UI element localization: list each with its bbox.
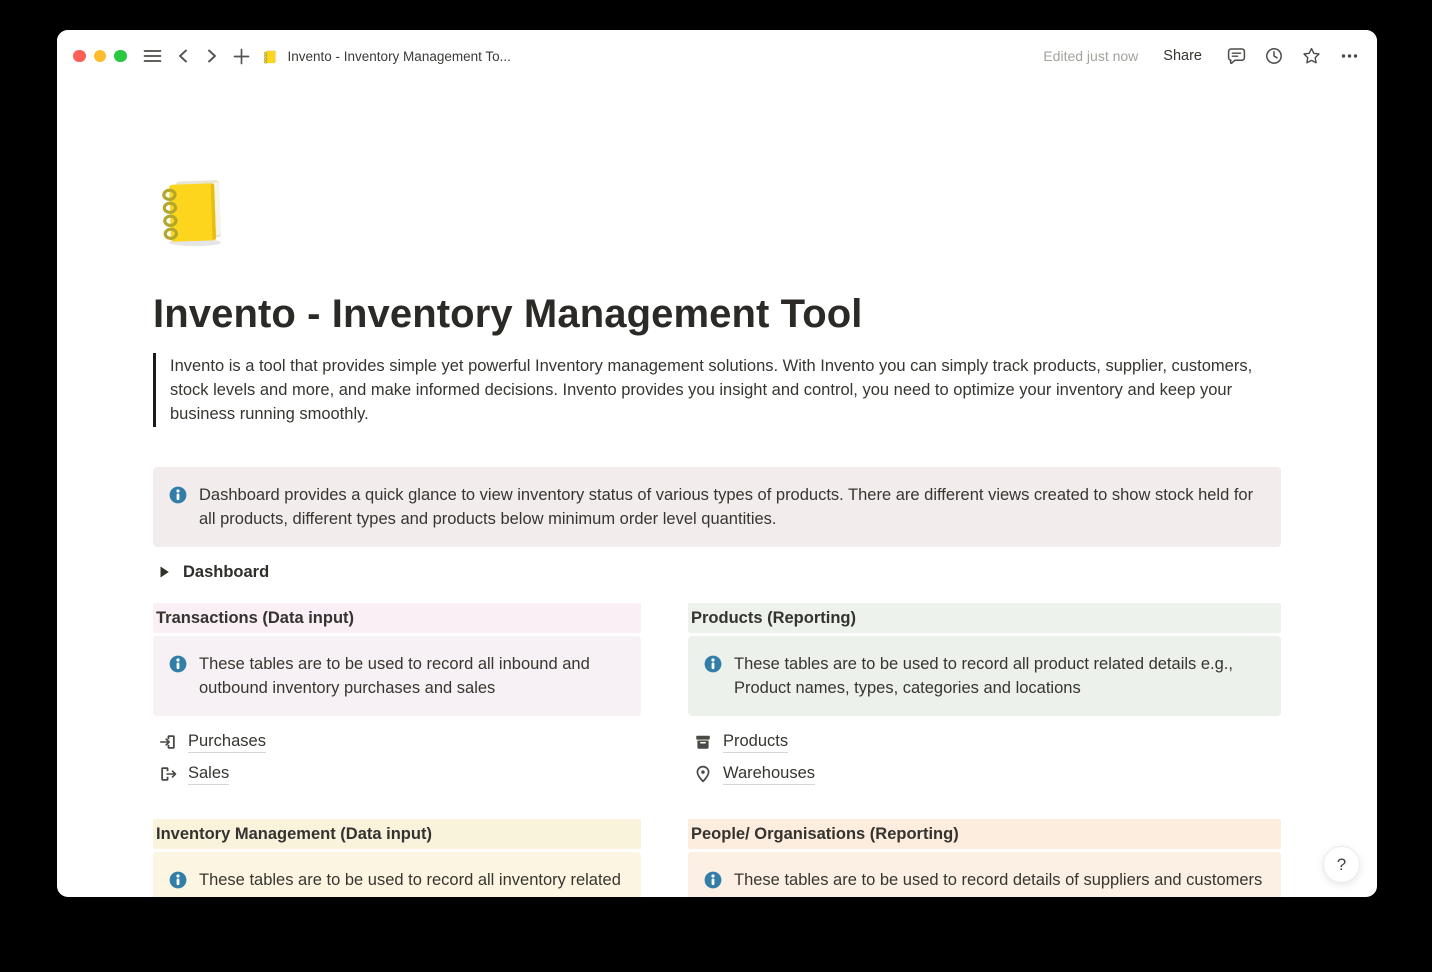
- page-link-purchases[interactable]: Purchases: [153, 726, 641, 758]
- dashboard-info-callout: Dashboard provides a quick glance to vie…: [153, 467, 1281, 547]
- inventory-info-callout: These tables are to be used to record al…: [153, 852, 641, 897]
- more-options-button[interactable]: [1340, 47, 1359, 65]
- section-people-organisations: People/ Organisations (Reporting) These …: [688, 819, 1281, 897]
- close-window-button[interactable]: [73, 50, 86, 63]
- section-header-transactions: Transactions (Data input): [153, 603, 641, 633]
- edited-status: Edited just now: [1043, 48, 1138, 64]
- page-link-label: Products: [723, 732, 788, 753]
- section-header-people: People/ Organisations (Reporting): [688, 819, 1281, 849]
- tab-title[interactable]: Invento - Inventory Management To...: [262, 48, 511, 65]
- section-inventory-management: Inventory Management (Data input) These …: [153, 819, 641, 897]
- page-link-sales[interactable]: Sales: [153, 758, 641, 790]
- info-icon: [704, 871, 722, 892]
- page-title: Invento - Inventory Management Tool: [153, 292, 1281, 336]
- app-window: Invento - Inventory Management To... Edi…: [57, 30, 1377, 897]
- help-button[interactable]: ?: [1323, 846, 1360, 883]
- door-exit-icon: [159, 765, 177, 783]
- page-link-label: Warehouses: [723, 764, 815, 785]
- transactions-info-text: These tables are to be used to record al…: [199, 652, 625, 700]
- location-pin-icon: [694, 765, 712, 783]
- section-transactions: Transactions (Data input) These tables a…: [153, 603, 641, 790]
- titlebar: Invento - Inventory Management To... Edi…: [57, 30, 1377, 82]
- nav-back-button[interactable]: [175, 47, 191, 65]
- transactions-info-callout: These tables are to be used to record al…: [153, 636, 641, 716]
- inventory-info-text: These tables are to be used to record al…: [199, 868, 625, 897]
- info-icon: [169, 871, 187, 897]
- chevron-left-icon: [175, 47, 191, 65]
- tab-title-label: Invento - Inventory Management To...: [288, 49, 511, 64]
- archive-box-icon: [694, 733, 712, 751]
- page-icon-notebook[interactable]: [153, 170, 233, 250]
- intro-quote: Invento is a tool that provides simple y…: [153, 353, 1263, 427]
- nav-forward-button[interactable]: [204, 47, 220, 65]
- comment-bubble-icon: [1227, 47, 1246, 65]
- door-enter-icon: [159, 733, 177, 751]
- page-link-products[interactable]: Products: [688, 726, 1281, 758]
- notebook-icon: [262, 48, 279, 65]
- products-info-text: These tables are to be used to record al…: [734, 652, 1265, 700]
- people-info-callout: These tables are to be used to record de…: [688, 852, 1281, 897]
- info-icon: [169, 486, 187, 531]
- share-button[interactable]: Share: [1157, 47, 1208, 65]
- page-link-warehouses[interactable]: Warehouses: [688, 758, 1281, 790]
- info-icon: [169, 655, 187, 700]
- window-controls: [73, 50, 127, 63]
- history-button[interactable]: [1265, 47, 1283, 65]
- new-tab-button[interactable]: [233, 48, 250, 65]
- people-info-text: These tables are to be used to record de…: [734, 868, 1262, 892]
- dashboard-toggle-label: Dashboard: [183, 563, 269, 582]
- comments-button[interactable]: [1227, 47, 1246, 65]
- dashboard-toggle[interactable]: Dashboard: [153, 558, 1281, 586]
- section-header-products: Products (Reporting): [688, 603, 1281, 633]
- notebook-emoji-icon: [153, 170, 233, 250]
- section-header-inventory: Inventory Management (Data input): [153, 819, 641, 849]
- page-link-label: Purchases: [188, 732, 266, 753]
- plus-icon: [233, 48, 250, 65]
- toggle-triangle-icon: [159, 565, 170, 579]
- hamburger-icon: [143, 47, 162, 65]
- chevron-right-icon: [204, 47, 220, 65]
- zoom-window-button[interactable]: [114, 50, 127, 63]
- sidebar-menu-button[interactable]: [143, 47, 162, 65]
- dashboard-info-text: Dashboard provides a quick glance to vie…: [199, 483, 1265, 531]
- ellipsis-icon: [1340, 47, 1359, 65]
- page-link-label: Sales: [188, 764, 229, 785]
- star-icon: [1302, 47, 1321, 65]
- section-products: Products (Reporting) These tables are to…: [688, 603, 1281, 790]
- favorite-button[interactable]: [1302, 47, 1321, 65]
- info-icon: [704, 655, 722, 700]
- minimize-window-button[interactable]: [94, 50, 107, 63]
- products-info-callout: These tables are to be used to record al…: [688, 636, 1281, 716]
- page-content: Invento - Inventory Management Tool Inve…: [57, 82, 1377, 897]
- clock-icon: [1265, 47, 1283, 65]
